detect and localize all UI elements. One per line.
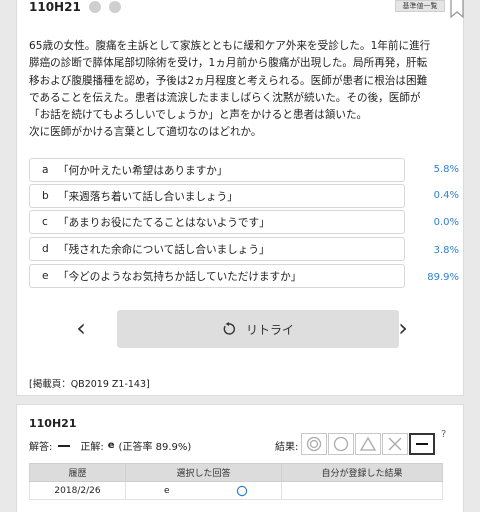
triangle-icon xyxy=(360,436,376,451)
no-answer-dash xyxy=(58,444,71,447)
answer-panel: 110H21 解答: 正解: e (正答率 89.9%) 結果: ? 履歴 選択… xyxy=(16,404,464,512)
option-b-percent: 0.4% xyxy=(433,190,459,201)
result-circle-button[interactable] xyxy=(328,433,354,455)
bookmark-icon[interactable] xyxy=(449,0,465,18)
result-dash-button[interactable] xyxy=(409,433,435,455)
question-header: 110H21 xyxy=(29,0,121,14)
reference-values-button[interactable]: 基準値一覧 xyxy=(395,0,445,12)
question-line: 膵癌の診断で膵体尾部切除術を受け，1ヵ月前から腹痛が出現した。局所再発，肝転 xyxy=(29,57,428,70)
option-text: 「何か叶えたい希望はありますか」 xyxy=(58,164,228,177)
option-e[interactable]: e 「今どのようなお気持ちか話していただけますか」 xyxy=(29,264,405,288)
question-line: 次に医師がかける言葉として適切なのはどれか。 xyxy=(29,126,262,139)
question-line: 65歳の女性。腹痛を主訴として家族とともに緩和ケア外来を受診した。1年前に進行 xyxy=(29,40,431,52)
question-text: 65歳の女性。腹痛を主訴として家族とともに緩和ケア外来を受診した。1年前に進行 … xyxy=(29,38,459,142)
previous-arrow-icon[interactable]: ‹ xyxy=(71,313,91,343)
history-answer: e xyxy=(125,481,282,500)
option-c[interactable]: c 「あまりお役にたてることはないようです」 xyxy=(29,210,405,234)
result-triangle-button[interactable] xyxy=(355,433,381,455)
double-circle-icon xyxy=(306,436,322,452)
question-card: 110H21 基準値一覧 65歳の女性。腹痛を主訴として家族とともに緩和ケア外来… xyxy=(16,0,464,396)
question-line: であることを伝えた。患者は流涙したまましばらく沈黙が続いた。その後，医師が xyxy=(29,91,421,104)
option-text: 「今どのようなお気持ちか話していただけますか」 xyxy=(58,270,302,283)
history-header-row: 履歴 選択した回答 自分が登録した結果 xyxy=(29,463,443,482)
correct-rate: (正答率 89.9%) xyxy=(118,442,192,453)
next-arrow-icon[interactable]: › xyxy=(393,313,413,343)
answer-panel-title: 110H21 xyxy=(29,417,77,430)
help-icon[interactable]: ? xyxy=(441,429,446,440)
history-icon[interactable] xyxy=(88,1,101,13)
option-a[interactable]: a 「何か叶えたい希望はありますか」 xyxy=(29,158,405,182)
share-icon[interactable] xyxy=(108,1,121,13)
option-b[interactable]: b 「来週落ち着いて話し合いましょう」 xyxy=(29,184,405,208)
option-letter: c xyxy=(42,216,48,228)
option-a-percent: 5.8% xyxy=(433,164,459,175)
option-text: 「あまりお役にたてることはないようです」 xyxy=(58,216,270,229)
answer-label: 解答: xyxy=(29,442,53,453)
history-row: 2018/2/26 e xyxy=(29,481,443,500)
answer-row: 解答: 正解: e (正答率 89.9%) xyxy=(29,438,191,453)
cross-icon xyxy=(388,437,402,451)
question-line: 移および腹膜播種を認め，予後は2ヵ月程度と考えられる。医師が患者に根治は困難 xyxy=(29,74,428,87)
result-double-circle-button[interactable] xyxy=(301,433,327,455)
history-header: 自分が登録した結果 xyxy=(281,463,443,482)
retry-icon xyxy=(223,322,235,335)
circle-icon xyxy=(333,436,349,452)
result-cross-button[interactable] xyxy=(382,433,408,455)
question-line: 「お話を続けてもよろしいでしょうか」と声をかけると患者は頷いた。 xyxy=(29,109,368,122)
option-d-percent: 3.8% xyxy=(433,245,459,256)
option-letter: a xyxy=(42,164,49,176)
option-e-percent: 89.9% xyxy=(427,272,459,283)
correct-value: e xyxy=(107,440,115,451)
retry-label: リトライ xyxy=(245,322,294,337)
history-header: 履歴 xyxy=(29,463,126,482)
question-id: 110H21 xyxy=(29,0,81,14)
history-header: 選択した回答 xyxy=(125,463,282,482)
result-circle-icon xyxy=(236,485,248,497)
history-table: 履歴 選択した回答 自分が登録した結果 2018/2/26 e xyxy=(29,463,443,500)
dash-icon xyxy=(416,443,428,445)
result-label: 結果: xyxy=(275,442,299,453)
history-result xyxy=(236,481,443,500)
retry-button[interactable]: リトライ xyxy=(117,310,399,348)
history-date: 2018/2/26 xyxy=(29,481,126,500)
option-text: 「残された余命について話し合いましょう」 xyxy=(58,243,270,256)
option-letter: d xyxy=(42,243,49,255)
correct-label: 正解: xyxy=(80,442,104,453)
option-c-percent: 0.0% xyxy=(433,217,459,228)
option-letter: e xyxy=(42,270,49,282)
option-letter: b xyxy=(42,190,49,202)
option-text: 「来週落ち着いて話し合いましょう」 xyxy=(58,190,238,203)
source-reference: [掲載頁：QB2019 Z1-143] xyxy=(29,379,150,390)
option-d[interactable]: d 「残された余命について話し合いましょう」 xyxy=(29,237,405,261)
